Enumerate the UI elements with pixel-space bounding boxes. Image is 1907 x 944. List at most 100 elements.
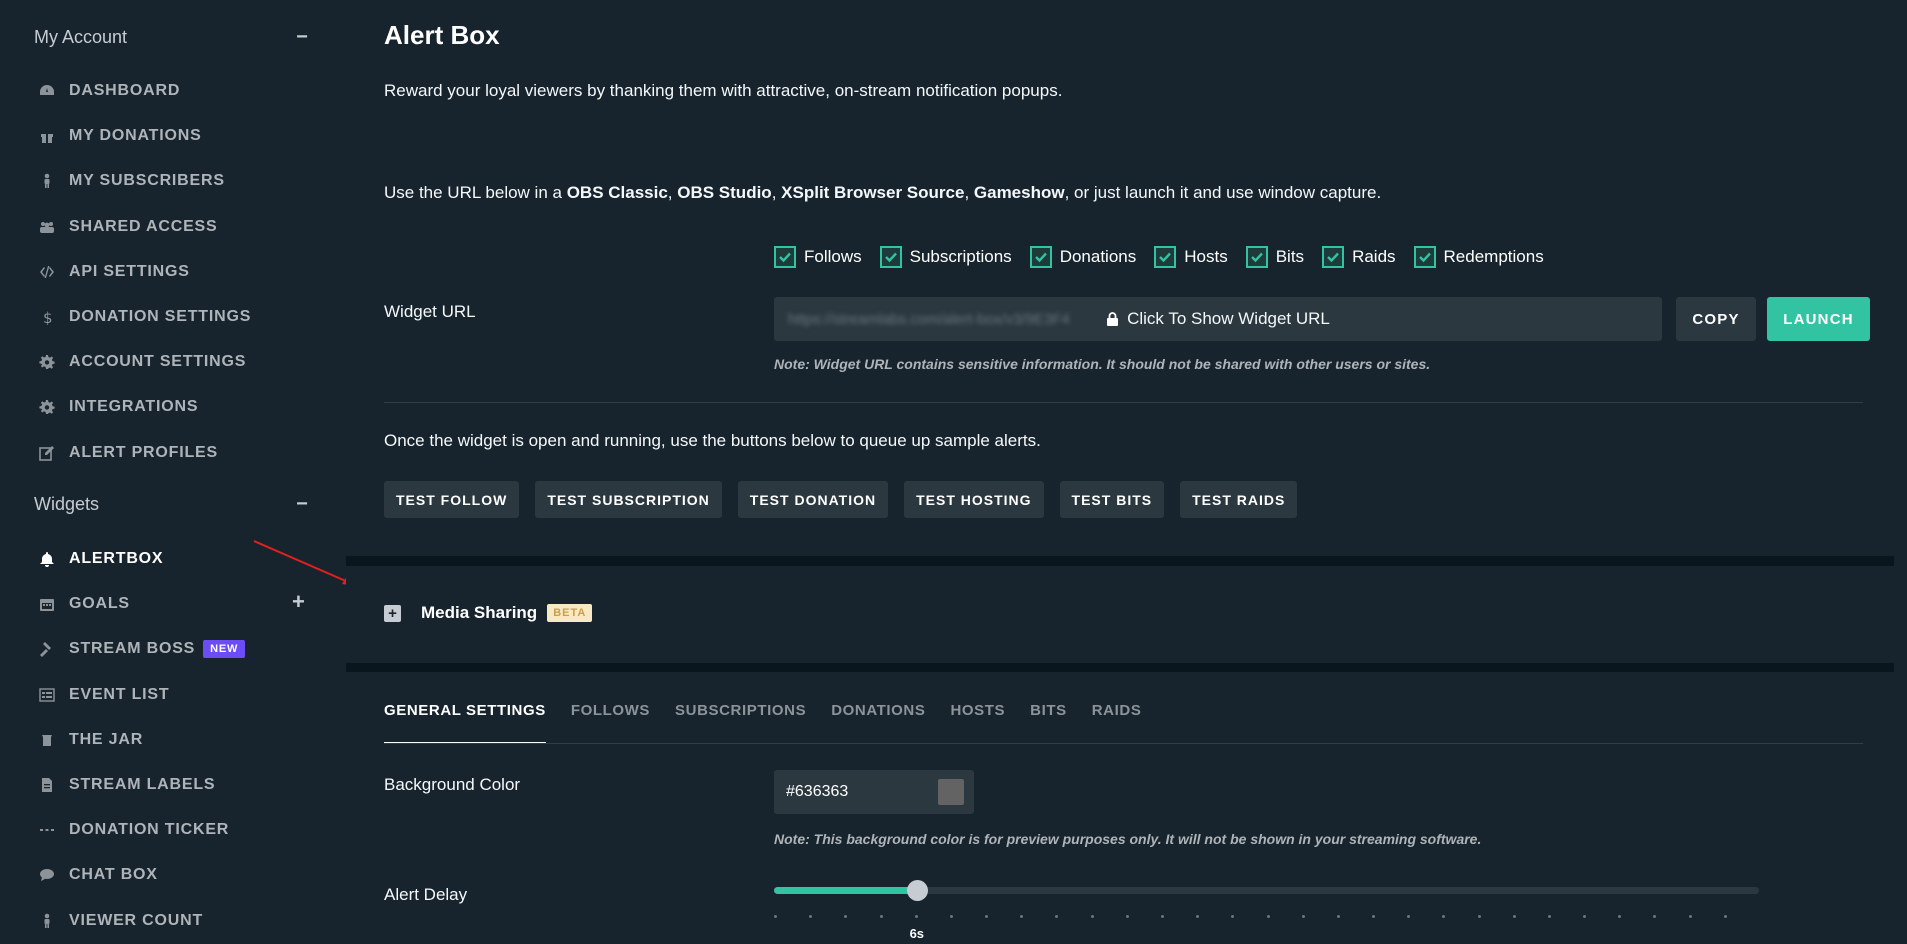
checkbox-subscriptions[interactable]: Subscriptions — [879, 246, 1012, 268]
slider-tick — [1442, 915, 1446, 918]
person-icon — [38, 172, 56, 190]
slider-tick — [1231, 915, 1235, 918]
tab-general-settings[interactable]: GENERAL SETTINGS — [384, 702, 546, 744]
checkmark-icon[interactable] — [1154, 246, 1177, 268]
sidebar-item-my-donations[interactable]: MY DONATIONS — [38, 124, 202, 148]
sidebar-item-label: VIEWER COUNT — [69, 911, 204, 929]
sidebar-item-label: SHARED ACCESS — [69, 217, 218, 235]
slider-handle[interactable] — [906, 880, 928, 901]
tab-hosts[interactable]: HOSTS — [950, 702, 1005, 744]
beta-badge: BETA — [547, 604, 593, 622]
sidebar-item-stream-boss[interactable]: STREAM BOSS NEW — [38, 637, 246, 661]
collapse-icon[interactable]: − — [292, 27, 312, 47]
checkmark-icon[interactable] — [1322, 246, 1345, 268]
my-account-header[interactable]: My Account − — [34, 25, 312, 49]
checkbox-label: Donations — [1059, 247, 1137, 266]
sidebar-item-label: CHAT BOX — [69, 866, 158, 884]
checkmark-icon[interactable] — [1413, 246, 1436, 268]
section-separator — [346, 663, 1894, 672]
lock-icon — [1107, 312, 1119, 326]
checkmark-icon[interactable] — [1245, 246, 1268, 268]
alertbox-panel: Alert Box Reward your loyal viewers by t… — [346, 0, 1894, 556]
checkbox-label: Follows — [804, 247, 862, 266]
tabs-underline — [384, 743, 1863, 744]
color-swatch[interactable] — [938, 779, 964, 805]
sidebar-item-label: STREAM BOSS — [69, 640, 196, 658]
sidebar-item-viewer-count[interactable]: VIEWER COUNT — [38, 909, 203, 933]
calendar-icon — [38, 595, 56, 613]
sidebar-item-my-subscribers[interactable]: MY SUBSCRIBERS — [38, 169, 225, 193]
widget-url-label: Widget URL — [384, 302, 476, 321]
slider-tick — [1688, 915, 1692, 918]
tab-bits[interactable]: BITS — [1030, 702, 1067, 744]
sidebar-item-alert-profiles[interactable]: ALERT PROFILES — [38, 441, 218, 465]
checkmark-icon[interactable] — [1029, 246, 1052, 268]
sidebar-item-label: EVENT LIST — [69, 685, 170, 703]
sidebar-item-label: MY SUBSCRIBERS — [69, 172, 225, 190]
test-donation-button[interactable]: TEST DONATION — [737, 481, 889, 518]
sidebar-item-label: DASHBOARD — [69, 82, 181, 99]
file-icon — [38, 776, 56, 794]
sidebar-item-stream-labels[interactable]: STREAM LABELS — [38, 773, 215, 797]
checkmark-icon[interactable] — [774, 246, 796, 268]
checkmark-icon[interactable] — [879, 246, 902, 268]
goals-expand-icon[interactable]: + — [292, 589, 305, 615]
chat-icon — [38, 866, 56, 884]
checkbox-raids[interactable]: Raids — [1322, 246, 1396, 268]
alert-delay-slider[interactable] — [774, 880, 1759, 901]
sidebar-item-chat-box[interactable]: CHAT BOX — [38, 863, 158, 887]
sidebar-item-label: DONATION SETTINGS — [69, 308, 252, 325]
url-note: Note: Widget URL contains sensitive info… — [774, 356, 1431, 372]
dashboard-icon — [38, 82, 56, 100]
checkbox-hosts[interactable]: Hosts — [1154, 246, 1228, 268]
show-url-button[interactable]: Click To Show Widget URL — [774, 309, 1662, 329]
sidebar-item-shared-access[interactable]: SHARED ACCESS — [38, 215, 218, 239]
sidebar-item-the-jar[interactable]: THE JAR — [38, 728, 143, 752]
sidebar-item-donation-ticker[interactable]: DONATION TICKER — [38, 818, 229, 842]
sidebar-item-dashboard[interactable]: DASHBOARD — [38, 79, 180, 103]
sidebar-item-donation-settings[interactable]: $ DONATION SETTINGS — [38, 305, 251, 329]
slider-tick — [1407, 915, 1411, 918]
svg-text:$: $ — [43, 309, 53, 325]
sidebar-item-integrations[interactable]: INTEGRATIONS — [38, 395, 198, 419]
test-follow-button[interactable]: TEST FOLLOW — [384, 481, 520, 518]
bell-icon — [38, 550, 56, 568]
checkbox-label: Redemptions — [1443, 247, 1544, 266]
tab-raids[interactable]: RAIDS — [1092, 702, 1142, 744]
copy-button[interactable]: COPY — [1676, 297, 1756, 341]
checkbox-follows[interactable]: Follows — [774, 246, 862, 268]
checkbox-redemptions[interactable]: Redemptions — [1413, 246, 1544, 268]
event-type-checkboxes: Follows Subscriptions Donations Hosts Bits Ra… — [774, 246, 1562, 268]
slider-tick — [1055, 915, 1059, 918]
slider-tick — [1372, 915, 1376, 918]
test-raids-button[interactable]: TEST RAIDS — [1180, 481, 1298, 518]
sidebar-item-event-list[interactable]: EVENT LIST — [38, 683, 169, 707]
tab-subscriptions[interactable]: SUBSCRIPTIONS — [675, 702, 806, 744]
widgets-header[interactable]: Widgets − — [34, 492, 312, 516]
test-bits-button[interactable]: TEST BITS — [1059, 481, 1165, 518]
widget-url-field[interactable]: https://streamlabs.com/alert-box/v3/9E3F… — [774, 297, 1662, 341]
expand-icon[interactable]: + — [384, 604, 401, 622]
sidebar-item-account-settings[interactable]: ACCOUNT SETTINGS — [38, 350, 246, 374]
sidebar-item-label: INTEGRATIONS — [69, 398, 199, 416]
settings-tabs: GENERAL SETTINGS FOLLOWS SUBSCRIPTIONS DONA… — [384, 702, 1166, 744]
sidebar-item-api-settings[interactable]: API SETTINGS — [38, 260, 190, 284]
checkbox-donations[interactable]: Donations — [1029, 246, 1137, 268]
new-badge: NEW — [203, 640, 246, 659]
checkbox-bits[interactable]: Bits — [1245, 246, 1304, 268]
background-color-input[interactable]: #636363 — [774, 770, 974, 814]
sidebar-item-alertbox[interactable]: ALERTBOX — [38, 547, 163, 571]
tab-follows[interactable]: FOLLOWS — [571, 702, 650, 744]
media-sharing-toggle[interactable]: + Media Sharing BETA — [384, 603, 593, 623]
test-subscription-button[interactable]: TEST SUBSCRIPTION — [535, 481, 722, 518]
launch-button[interactable]: LAUNCH — [1767, 297, 1870, 341]
sidebar-item-label: ALERTBOX — [69, 550, 164, 567]
sidebar-item-goals[interactable]: GOALS — [38, 592, 130, 616]
tab-donations[interactable]: DONATIONS — [831, 702, 925, 744]
alert-delay-label: Alert Delay — [384, 885, 468, 904]
collapse-icon[interactable]: − — [292, 494, 312, 514]
main-content: Alert Box Reward your loyal viewers by t… — [346, 0, 1894, 944]
sidebar-item-label: THE JAR — [69, 730, 144, 748]
test-hosting-button[interactable]: TEST HOSTING — [904, 481, 1044, 518]
slider-fill — [774, 887, 917, 894]
